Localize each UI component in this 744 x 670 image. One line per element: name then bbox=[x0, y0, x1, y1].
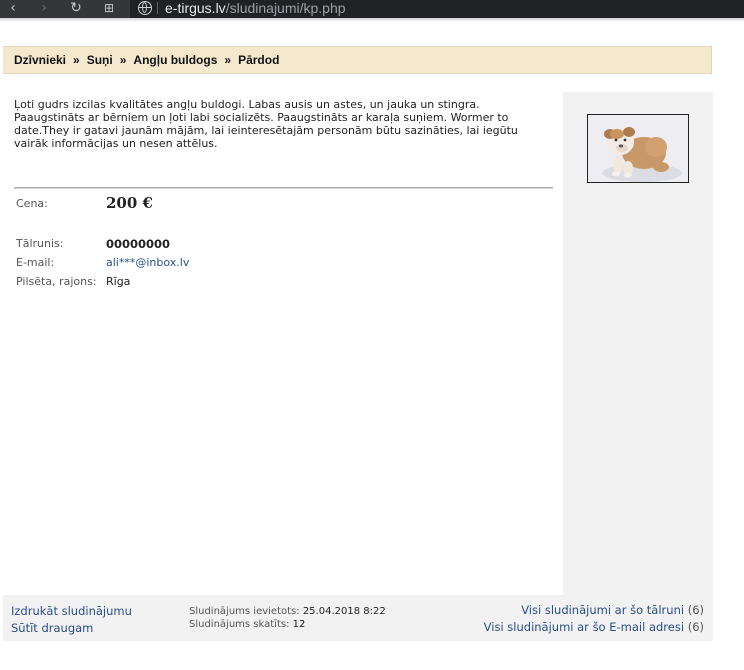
section-divider bbox=[14, 187, 553, 189]
breadcrumb: Dzīvnieki » Suņi » Angļu buldogs » Pārdod bbox=[3, 46, 712, 74]
photo-column bbox=[563, 92, 713, 595]
all-by-email-count: (6) bbox=[687, 620, 704, 634]
toolbar-shadow bbox=[0, 18, 744, 22]
posted-date: 25.04.2018 8:22 bbox=[302, 606, 386, 617]
price-label: Cena: bbox=[16, 197, 48, 210]
breadcrumb-separator: » bbox=[73, 53, 80, 67]
all-by-email-link[interactable]: Visi sludinājumi ar šo E-mail adresi bbox=[484, 620, 684, 634]
city-value: Rīga bbox=[106, 275, 131, 288]
views-count: 12 bbox=[292, 619, 306, 630]
reload-icon[interactable]: ↻ bbox=[67, 0, 85, 18]
puppy-photo-image bbox=[588, 115, 688, 182]
all-by-phone: Visi sludinājumi ar šo tālruni (6) bbox=[521, 603, 704, 617]
globe-icon[interactable] bbox=[138, 1, 152, 15]
posted-info: Sludinājums ievietots: 25.04.2018 8:22 bbox=[189, 606, 386, 617]
views-info: Sludinājums skatīts: 12 bbox=[189, 619, 305, 630]
all-by-email: Visi sludinājumi ar šo E-mail adresi (6) bbox=[484, 620, 704, 634]
breadcrumb-separator: » bbox=[224, 53, 232, 67]
price-value: 200 € bbox=[106, 194, 153, 212]
email-label: E-mail: bbox=[16, 256, 55, 269]
browser-toolbar: ‹ › ↻ ⊞ e-tirgus.lv/sludinajumi/kp.php bbox=[0, 0, 744, 18]
address-bar[interactable]: e-tirgus.lv/sludinajumi/kp.php bbox=[130, 0, 744, 18]
phone-value: 00000000 bbox=[106, 237, 171, 251]
url-text[interactable]: e-tirgus.lv/sludinajumi/kp.php bbox=[165, 0, 346, 16]
listing-description: Ļoti gudrs izcilas kvalitātes angļu buld… bbox=[14, 98, 518, 150]
breadcrumb-item-english-bulldog[interactable]: Angļu buldogs bbox=[133, 53, 217, 67]
email-link[interactable]: ali***@inbox.lv bbox=[106, 256, 189, 269]
all-by-phone-link[interactable]: Visi sludinājumi ar šo tālruni bbox=[521, 603, 684, 617]
views-label: Sludinājums skatīts: bbox=[189, 619, 290, 630]
listing-footer: Izdrukāt sludinājumu Sūtīt draugam Sludi… bbox=[3, 595, 713, 641]
posted-label: Sludinājums ievietots: bbox=[189, 606, 300, 617]
all-by-phone-count: (6) bbox=[687, 603, 704, 617]
print-listing-link[interactable]: Izdrukāt sludinājumu bbox=[11, 604, 132, 618]
address-divider bbox=[157, 2, 158, 14]
back-icon[interactable]: ‹ bbox=[6, 0, 20, 18]
breadcrumb-item-for-sale[interactable]: Pārdod bbox=[238, 53, 279, 67]
breadcrumb-separator: » bbox=[119, 53, 127, 67]
grid-icon[interactable]: ⊞ bbox=[100, 0, 118, 18]
forward-icon[interactable]: › bbox=[37, 0, 51, 18]
city-label: Pilsēta, rajons: bbox=[16, 275, 97, 288]
listing-photo[interactable] bbox=[587, 114, 689, 183]
send-to-friend-link[interactable]: Sūtīt draugam bbox=[11, 621, 93, 635]
phone-label: Tālrunis: bbox=[16, 237, 64, 250]
breadcrumb-item-dogs[interactable]: Suņi bbox=[87, 53, 113, 67]
breadcrumb-item-animals[interactable]: Dzīvnieki bbox=[14, 53, 66, 67]
